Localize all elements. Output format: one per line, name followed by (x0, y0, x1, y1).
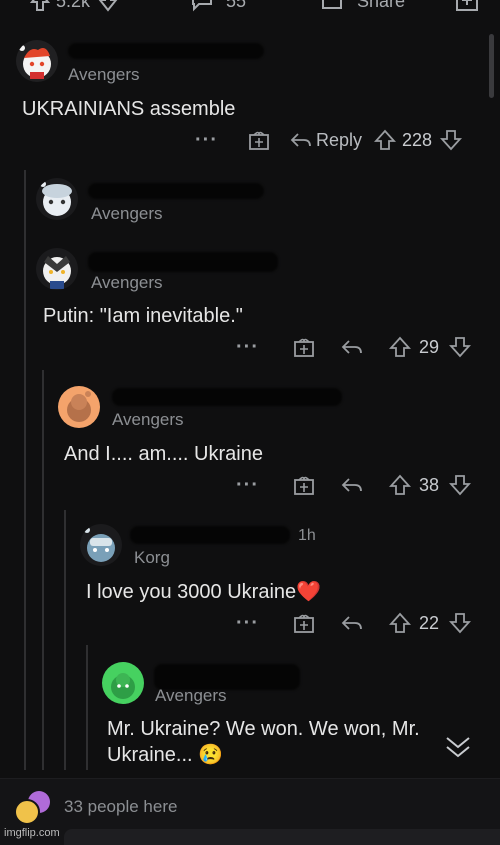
vote-count: 38 (418, 474, 440, 495)
award-icon[interactable] (455, 0, 479, 12)
avatar[interactable] (80, 524, 122, 566)
watermark: imgflip.com (4, 827, 60, 839)
user-flair: Avengers (68, 65, 140, 84)
award-icon[interactable] (293, 336, 315, 358)
comment-icon[interactable] (190, 0, 214, 12)
redacted-username (112, 388, 342, 406)
presence-bar: 33 people here imgflip.com (0, 778, 500, 845)
award-icon[interactable] (293, 612, 315, 634)
downvote-icon[interactable] (449, 474, 472, 496)
more-options-icon[interactable]: ··· (236, 336, 259, 359)
upvote-icon[interactable] (30, 0, 50, 12)
upvote-icon[interactable] (388, 336, 411, 358)
comment-text: Putin: "Iam inevitable." (43, 305, 243, 327)
heart-emoji: ❤️ (296, 581, 322, 603)
upvote-icon[interactable] (374, 129, 397, 151)
scrollbar[interactable] (489, 34, 494, 98)
user-flair: Avengers (112, 410, 184, 429)
snoo-avatar-icon (40, 181, 72, 216)
user-flair: Avengers (91, 204, 163, 223)
reply-icon[interactable] (341, 338, 363, 356)
thread-line-2[interactable] (42, 370, 44, 770)
snoo-avatar-icon (67, 391, 91, 422)
vote-count: 22 (418, 612, 440, 633)
upvote-icon[interactable] (388, 474, 411, 496)
downvote-icon[interactable] (98, 0, 118, 12)
comment-timestamp: 1h (298, 527, 316, 544)
downvote-icon[interactable] (449, 612, 472, 634)
comment-text: Mr. Ukraine? We won. We won, Mr. Ukraine… (107, 716, 420, 768)
thread-line-3[interactable] (64, 510, 66, 770)
snoo-avatar-icon (111, 673, 135, 699)
share-label[interactable]: Share (357, 0, 405, 12)
award-icon[interactable] (248, 129, 270, 151)
downvote-icon[interactable] (440, 129, 463, 151)
snoo-avatar-icon (43, 256, 71, 289)
comment-text-main: I love you 3000 Ukraine (86, 581, 297, 603)
comment-actions: ··· 38 (236, 471, 472, 499)
upvote-icon[interactable] (388, 612, 411, 634)
comment-actions: ··· Reply 228 (195, 126, 463, 154)
snoo-avatar-icon (84, 527, 115, 562)
comment-input-bar[interactable] (64, 829, 500, 845)
comment-text: And I.... am.... Ukraine (64, 443, 263, 465)
avatar[interactable] (102, 662, 144, 704)
vote-count: 228 (402, 129, 433, 150)
comment-text: I love you 3000 Ukraine❤️ (86, 579, 321, 605)
collapse-chevron-icon[interactable] (444, 735, 472, 759)
thread-line-1[interactable] (24, 170, 26, 770)
redacted-username (88, 183, 264, 199)
comment-actions: ··· 22 (236, 609, 472, 637)
top-action-strip: 5.2k 55 Share (0, 0, 500, 16)
redacted-username (88, 252, 278, 272)
presence-text: 33 people here (64, 797, 178, 816)
avatar[interactable] (16, 40, 58, 82)
post-comment-count: 55 (226, 0, 247, 11)
share-icon[interactable] (320, 0, 344, 12)
crying-emoji: 😢 (198, 744, 224, 766)
more-options-icon[interactable]: ··· (195, 129, 218, 152)
more-options-icon[interactable]: ··· (236, 612, 259, 635)
avatar[interactable] (58, 386, 100, 428)
user-flair: Korg (134, 548, 170, 567)
downvote-icon[interactable] (449, 336, 472, 358)
comment-text: UKRAINIANS assemble (22, 98, 236, 120)
vote-count: 29 (418, 336, 440, 357)
user-flair: Avengers (155, 686, 227, 705)
reply-icon[interactable] (341, 476, 363, 494)
presence-avatar-icon (14, 799, 40, 825)
avatar[interactable] (36, 248, 78, 290)
post-upvote-count: 5.2k (56, 0, 91, 11)
thread-line-4[interactable] (86, 645, 88, 770)
reply-label[interactable]: Reply (316, 130, 362, 151)
award-icon[interactable] (293, 474, 315, 496)
comment-text-line-1: Mr. Ukraine? We won. We won, Mr. (107, 718, 420, 740)
redacted-username (68, 43, 264, 59)
reply-icon[interactable] (341, 614, 363, 632)
more-options-icon[interactable]: ··· (236, 474, 259, 497)
avatar[interactable] (36, 178, 78, 220)
user-flair: Avengers (91, 273, 163, 292)
redacted-username (130, 526, 290, 544)
comment-text-line-2: Ukraine... (107, 744, 193, 766)
reply-icon[interactable] (290, 131, 312, 149)
comment-actions: ··· 29 (236, 333, 472, 361)
snoo-avatar-icon (19, 45, 51, 79)
